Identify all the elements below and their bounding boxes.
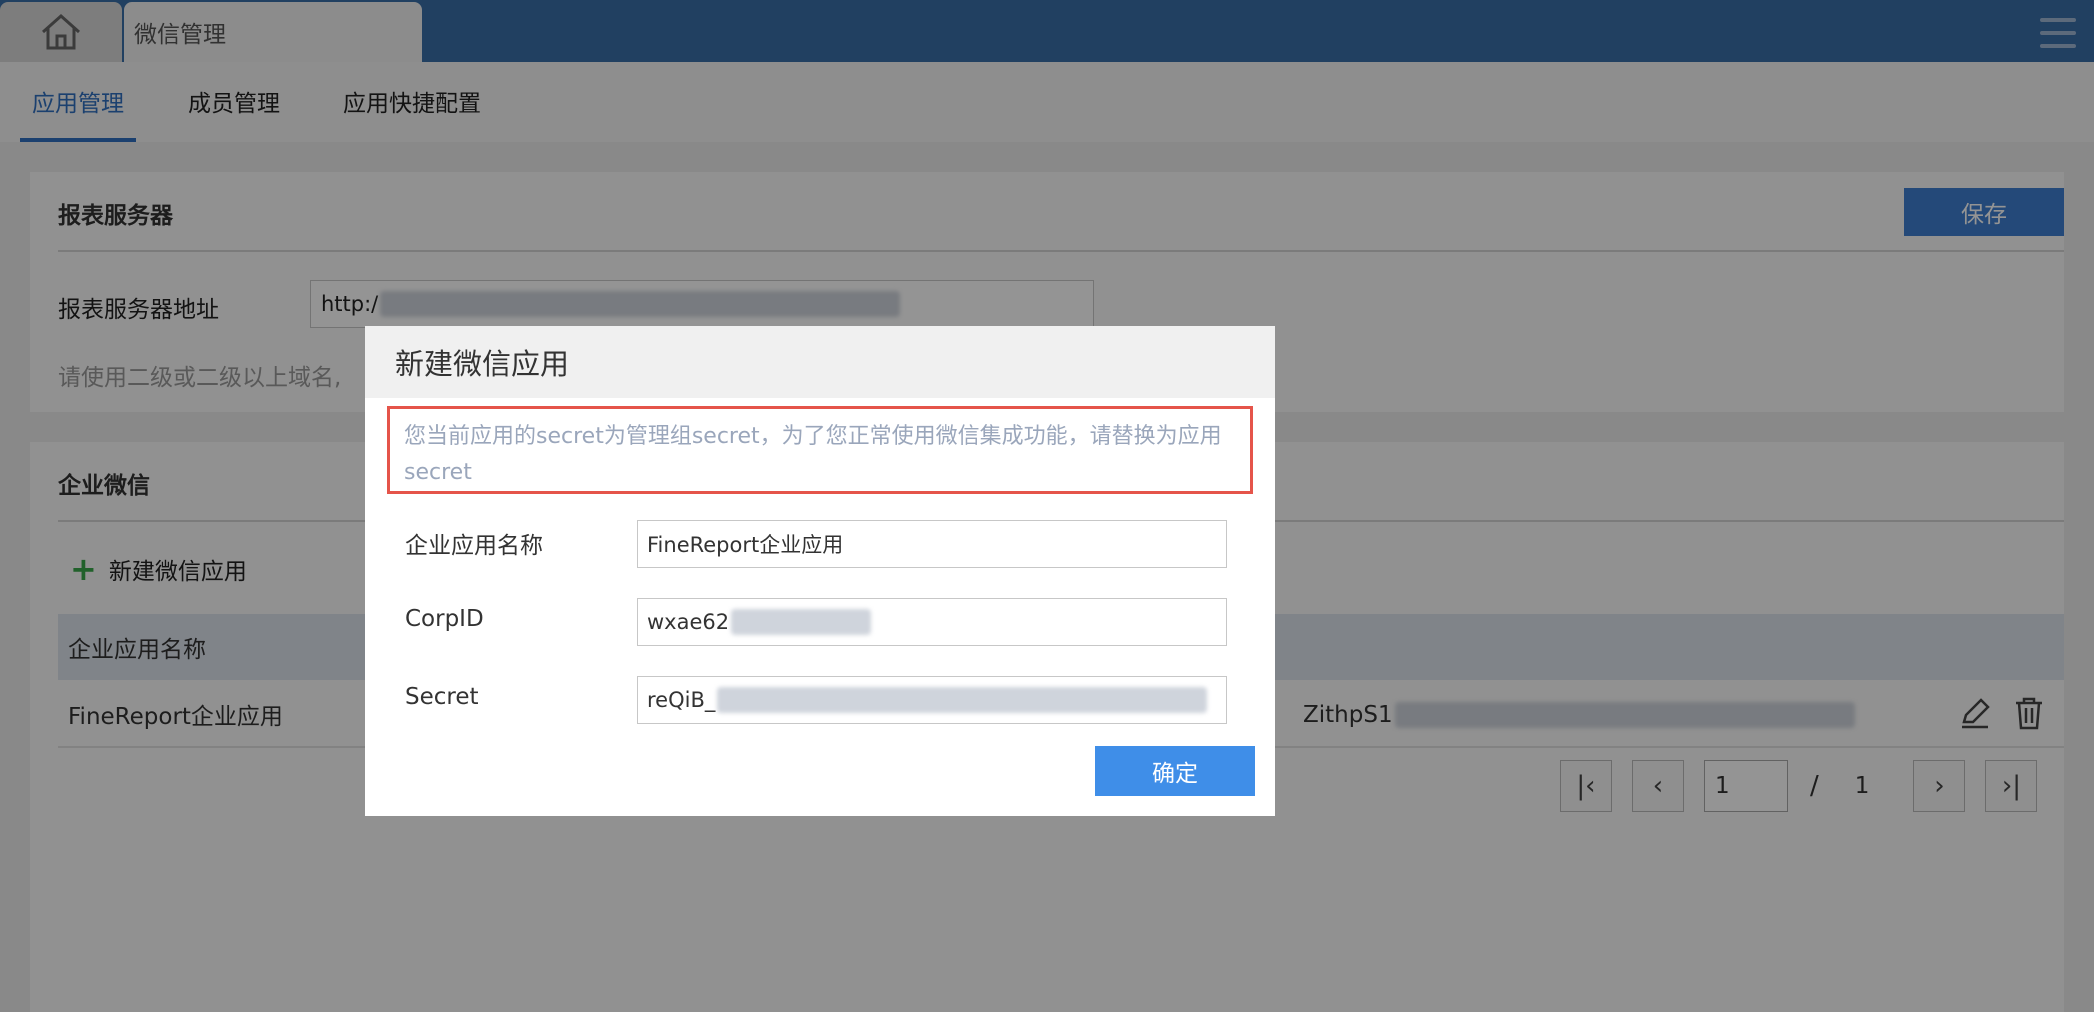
redacted-text xyxy=(731,609,872,635)
secret-warning-message: 您当前应用的secret为管理组secret，为了您正常使用微信集成功能，请替换… xyxy=(387,406,1253,494)
dialog-title: 新建微信应用 xyxy=(365,326,1275,398)
app-name-input[interactable]: FineReport企业应用 xyxy=(637,520,1227,568)
corpid-value: wxae62 xyxy=(647,610,730,634)
secret-label: Secret xyxy=(405,684,479,710)
secret-input[interactable]: reQiB_ xyxy=(637,676,1227,724)
redacted-text xyxy=(717,687,1208,713)
confirm-button[interactable]: 确定 xyxy=(1095,746,1255,796)
corpid-input[interactable]: wxae62 xyxy=(637,598,1227,646)
corpid-label: CorpID xyxy=(405,606,484,632)
secret-value: reQiB_ xyxy=(647,688,716,712)
new-wechat-app-dialog: 新建微信应用 您当前应用的secret为管理组secret，为了您正常使用微信集… xyxy=(365,326,1275,816)
app-name-label: 企业应用名称 xyxy=(405,533,543,559)
